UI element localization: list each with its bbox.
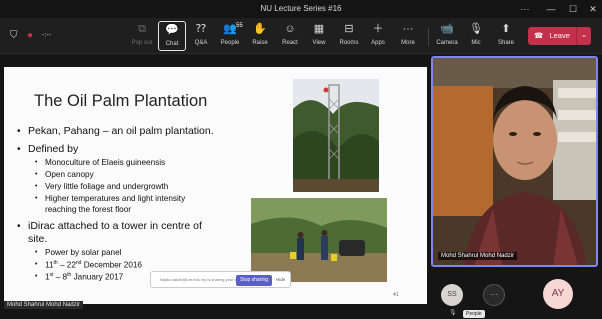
title-bar: NU Lecture Series #16 ··· — ☐ ✕ xyxy=(0,0,602,18)
minimize-button[interactable]: — xyxy=(544,3,558,15)
slide-sub-bullet: Open canopy xyxy=(45,170,94,179)
date-text: January 2017 xyxy=(71,272,124,282)
window-title: NU Lecture Series #16 xyxy=(260,4,342,13)
slide-sub-bullet-date1: 11th – 22nd December 2016 xyxy=(45,260,142,270)
react-icon: ☺ xyxy=(284,23,296,35)
site-photo xyxy=(251,198,387,282)
presenter-name-tag: Mohd Shahrul Mohd Nadzir xyxy=(4,301,84,309)
slide-title: The Oil Palm Plantation xyxy=(34,92,208,110)
date-text: – 22 xyxy=(57,260,76,270)
raise-hand-button[interactable]: ✋ Raise xyxy=(246,21,274,51)
share-button[interactable]: ⬆ Share xyxy=(492,21,520,51)
slide-page-number: 41 xyxy=(393,292,399,298)
more-options-icon[interactable]: ··· xyxy=(518,3,532,15)
chat-button[interactable]: 💬 Chat xyxy=(158,21,186,51)
maximize-button[interactable]: ☐ xyxy=(566,3,580,15)
pop-out-icon: ⧉ xyxy=(138,23,146,35)
slide-bullet-idirac-cont: site. xyxy=(28,233,48,245)
people-button[interactable]: 👥 55 People xyxy=(216,21,244,51)
date-text: 11 xyxy=(45,260,54,270)
rooms-icon: ⊟ xyxy=(344,23,354,35)
more-label: More xyxy=(401,40,415,46)
camera-icon: 📹 xyxy=(440,23,454,35)
chevron-down-icon: ⌄ xyxy=(581,32,587,39)
rooms-button[interactable]: ⊟ Rooms xyxy=(335,21,363,51)
more-participants-button[interactable]: ··· xyxy=(483,284,505,306)
participant-video[interactable]: Mohd Shahrul Mohd Nadzir xyxy=(431,56,598,267)
slide-sub-bullet: Power by solar panel xyxy=(45,248,122,257)
sub-bullet-dot: • xyxy=(35,195,38,202)
slide-sub-bullet: Monoculture of Elaeis guineensis xyxy=(45,158,166,167)
more-icon: ··· xyxy=(402,23,414,35)
share-label: Share xyxy=(497,40,514,46)
slide-sub-bullet-date2: 1st – 8th January 2017 xyxy=(45,272,123,282)
slide-sub-bullet-cont: reaching the forest floor xyxy=(45,205,132,214)
mic-muted-icon: 🎙 xyxy=(449,310,457,316)
date-text: – 8 xyxy=(53,272,68,282)
mic-icon: 🎙 xyxy=(469,23,483,35)
hide-button[interactable]: Hide xyxy=(276,277,285,282)
bullet-dot: • xyxy=(17,144,21,155)
leave-label: Leave xyxy=(549,31,570,40)
share-icon: ⬆ xyxy=(501,23,511,35)
slide-sub-bullet: Very little foliage and undergrowth xyxy=(45,182,169,191)
react-button[interactable]: ☺ React xyxy=(276,21,304,51)
view-button[interactable]: ▦ View xyxy=(305,21,333,51)
raise-hand-icon: ✋ xyxy=(253,23,267,35)
date-text: December 2016 xyxy=(81,260,142,270)
sub-bullet-dot: • xyxy=(35,171,38,178)
stop-sharing-button[interactable]: Stop sharing xyxy=(236,275,272,286)
sub-bullet-dot: • xyxy=(35,273,38,280)
sub-bullet-dot: • xyxy=(35,261,38,268)
people-tooltip: People xyxy=(463,310,485,318)
shield-icon[interactable]: ⛉ xyxy=(10,30,18,41)
shared-slide: The Oil Palm Plantation • Pekan, Pahang … xyxy=(4,67,427,304)
sub-bullet-dot: • xyxy=(35,183,38,190)
video-feed xyxy=(433,58,596,265)
tower-photo xyxy=(293,79,379,192)
slide-bullet-defined-by: Defined by xyxy=(28,143,79,155)
people-count-badge: 55 xyxy=(236,23,243,29)
close-window-button[interactable]: ✕ xyxy=(586,3,600,15)
apps-icon: ＋ xyxy=(372,23,384,35)
leave-dropdown-button[interactable]: ⌄ xyxy=(576,27,591,45)
camera-button[interactable]: 📹 Camera xyxy=(433,21,461,51)
sharing-notification-bar: Nadia.nadzir@um.edu.my is sharing your s… xyxy=(150,271,291,288)
more-button[interactable]: ··· More xyxy=(394,21,422,51)
bullet-dot: • xyxy=(17,126,21,137)
view-icon: ▦ xyxy=(313,23,325,35)
record-icon[interactable]: ● xyxy=(27,30,33,41)
leave-icon: ☎ xyxy=(534,31,544,40)
sub-bullet-dot: • xyxy=(35,249,38,256)
sub-bullet-dot: • xyxy=(35,159,38,166)
slide-bullet-idirac: iDirac attached to a tower in centre of xyxy=(28,220,202,232)
qa-icon: ⁇ xyxy=(195,23,207,35)
sharing-message: Nadia.nadzir@um.edu.my is sharing your s… xyxy=(160,277,247,282)
slide-bullet-location: Pekan, Pahang – an oil palm plantation. xyxy=(28,125,214,137)
participant-avatar-ss[interactable]: SS xyxy=(441,284,463,306)
slide-sub-bullet: Higher temperatures and light intensity xyxy=(45,194,186,203)
chat-icon: 💬 xyxy=(165,24,179,36)
participant-avatar-ay[interactable]: AY xyxy=(543,279,573,309)
meeting-toolbar: ⛉ ● -:-- ⧉ Pop out 💬 Chat ⁇ Q&A 👥 55 Peo… xyxy=(0,18,602,54)
pop-out-button[interactable]: ⧉ Pop out xyxy=(128,21,156,51)
apps-button[interactable]: ＋ Apps xyxy=(364,21,392,51)
meeting-timer: -:-- xyxy=(42,32,51,39)
leave-button[interactable]: ☎ Leave xyxy=(528,27,576,45)
bullet-dot: • xyxy=(17,221,21,232)
mic-button[interactable]: 🎙 Mic xyxy=(462,21,490,51)
video-participant-name: Mohd Shahrul Mohd Nadzir xyxy=(438,252,518,260)
qa-button[interactable]: ⁇ Q&A xyxy=(187,21,215,51)
